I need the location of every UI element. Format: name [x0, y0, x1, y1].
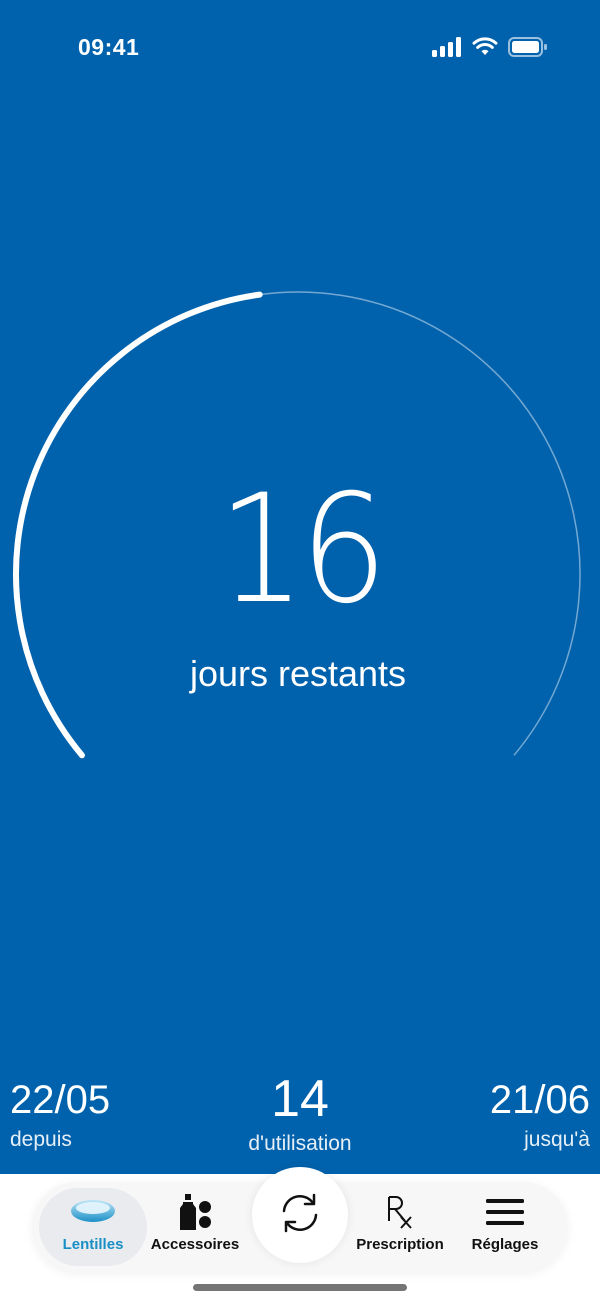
tab-reglages-label: Réglages	[471, 1236, 539, 1253]
end-date-label: jusqu'à	[524, 1128, 590, 1151]
days-used-stat: 14 d'utilisation	[200, 1070, 400, 1158]
home-indicator	[193, 1284, 407, 1291]
tab-prescription-label: Prescription	[356, 1236, 444, 1253]
days-used-value: 14	[271, 1070, 329, 1128]
tab-reglages[interactable]: Réglages	[450, 1188, 560, 1266]
menu-icon	[486, 1192, 524, 1232]
end-date-stat: 21/06 jusqu'à	[490, 1076, 590, 1154]
tab-lentilles-label: Lentilles	[62, 1236, 124, 1253]
days-remaining-value: 16	[217, 463, 388, 637]
days-used-label: d'utilisation	[248, 1132, 352, 1155]
tab-lentilles[interactable]: Lentilles	[39, 1188, 147, 1266]
days-remaining-label: jours restants	[189, 653, 407, 694]
refresh-icon	[278, 1191, 322, 1240]
accessories-bottle-icon	[177, 1192, 213, 1232]
tab-accessoires[interactable]: Accessoires	[140, 1188, 250, 1266]
contact-lens-icon	[69, 1192, 117, 1232]
days-remaining-progress-ring	[12, 291, 581, 759]
tab-accessoires-label: Accessoires	[150, 1236, 240, 1253]
tab-prescription[interactable]: Prescription	[345, 1188, 455, 1266]
end-date-value: 21/06	[489, 1078, 590, 1122]
prescription-rx-icon	[385, 1192, 415, 1232]
start-date-label: depuis	[10, 1128, 72, 1151]
start-date-value: 22/05	[10, 1078, 111, 1122]
start-date-stat: 22/05 depuis	[10, 1076, 110, 1154]
renew-lenses-button[interactable]	[252, 1167, 348, 1263]
